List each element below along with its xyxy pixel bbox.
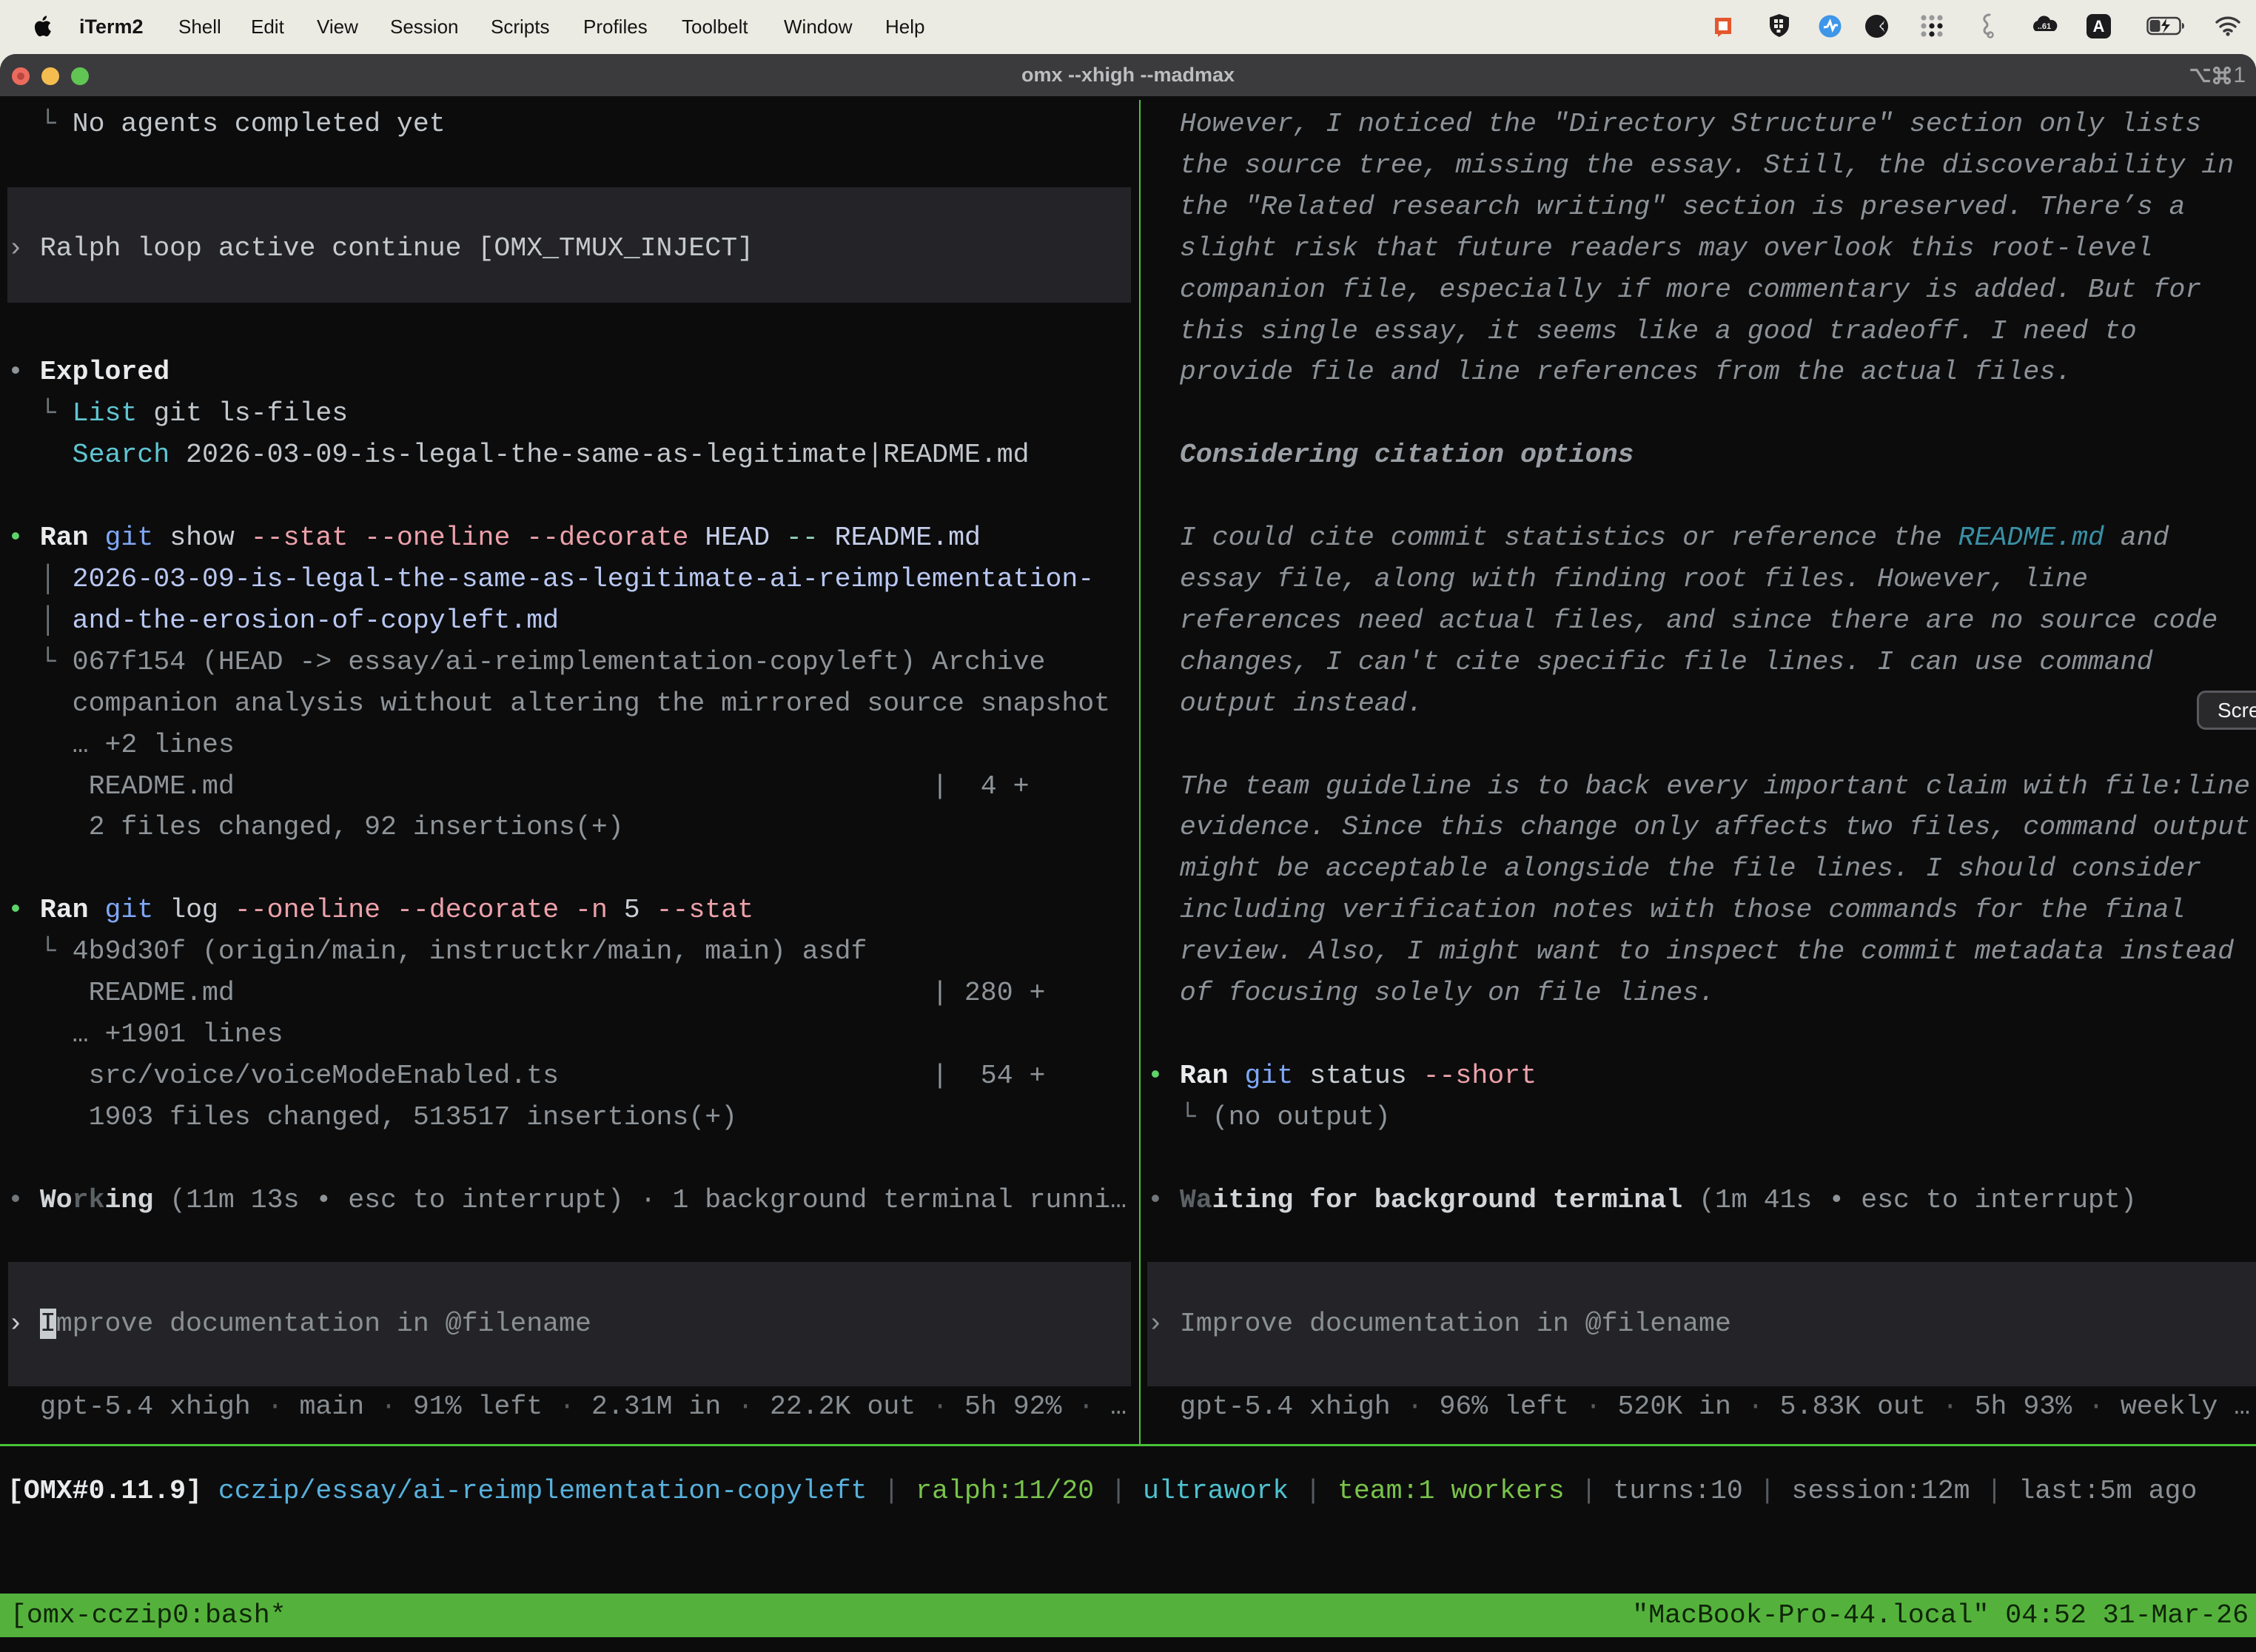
svg-text:..61: ..61	[2038, 22, 2051, 31]
svg-text:A: A	[2093, 17, 2105, 36]
